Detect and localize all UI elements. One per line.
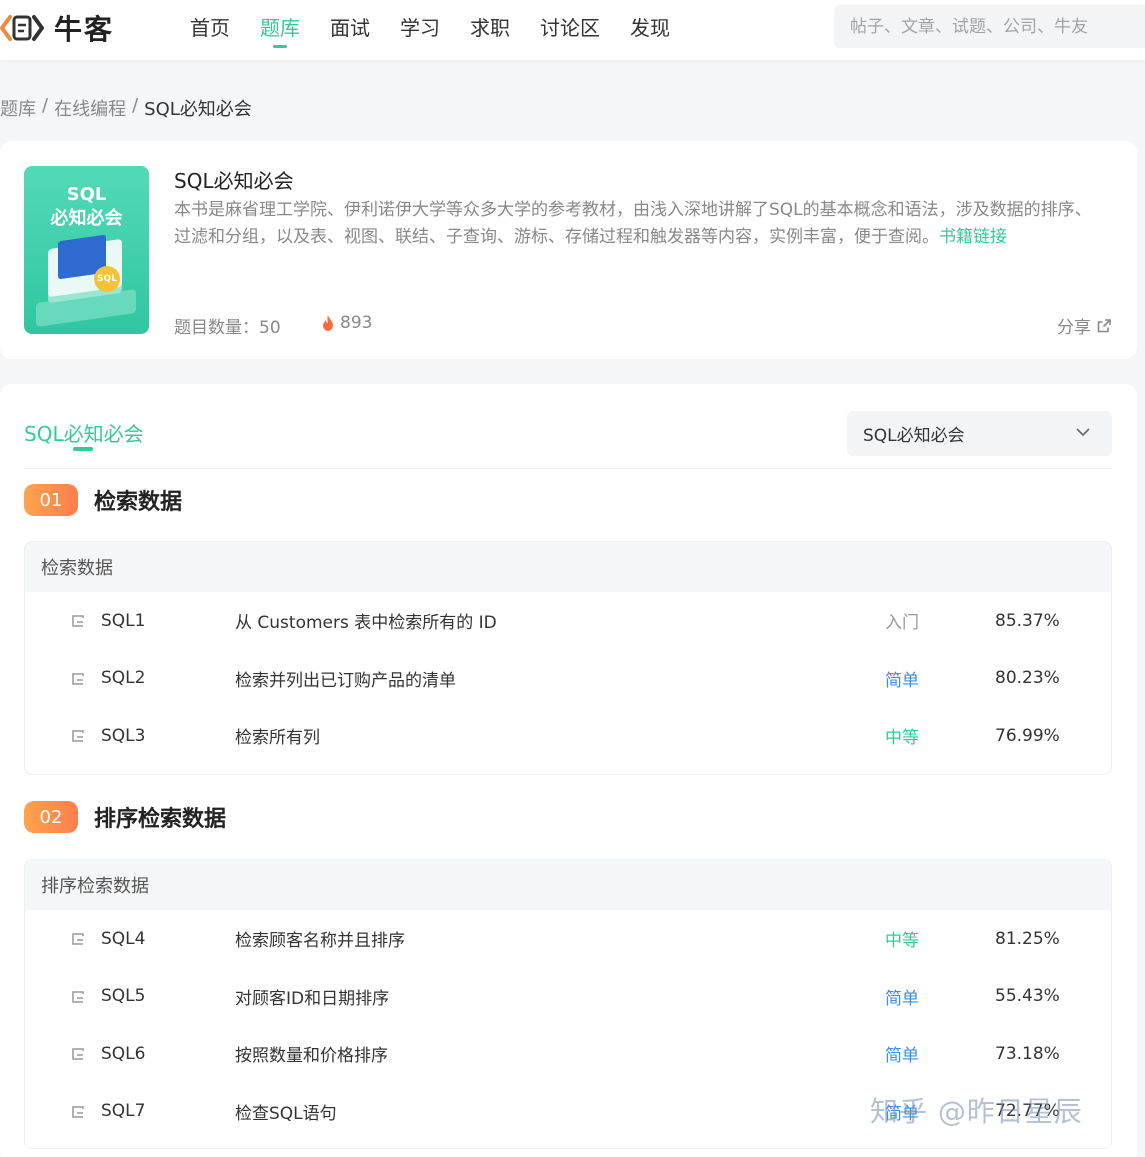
divider <box>24 468 1112 469</box>
problem-row[interactable]: SQL3 检索所有列 中等 76.99% <box>25 707 1111 765</box>
tab-sql-essentials[interactable]: SQL必知必会 <box>24 418 144 447</box>
cover-title-line1: SQL <box>66 184 107 205</box>
problem-id: SQL6 <box>101 1043 146 1064</box>
problem-icon <box>72 1048 84 1060</box>
share-label: 分享 <box>1057 318 1091 338</box>
problem-row[interactable]: SQL6 按照数量和价格排序 简单 73.18% <box>25 1025 1111 1083</box>
difficulty-label: 简单 <box>885 988 919 1009</box>
nav-question-bank[interactable]: 题库 <box>260 12 300 48</box>
problem-row[interactable]: SQL2 检索并列出已订购产品的清单 简单 80.23% <box>25 650 1111 708</box>
breadcrumb-question-bank[interactable]: 题库 <box>0 95 36 121</box>
chapter-title: 排序检索数据 <box>94 807 227 832</box>
nav-interview[interactable]: 面试 <box>330 12 370 46</box>
breadcrumb-current: SQL必知必会 <box>144 99 252 120</box>
hot-count-value: 893 <box>340 313 373 333</box>
problem-id: SQL2 <box>101 668 146 689</box>
problem-title[interactable]: 从 Customers 表中检索所有的 ID <box>235 608 497 633</box>
nav-home[interactable]: 首页 <box>190 12 230 46</box>
problem-icon <box>72 990 84 1003</box>
difficulty-label: 简单 <box>885 670 919 691</box>
pass-rate: 81.25% <box>995 928 1060 949</box>
problem-id: SQL7 <box>101 1101 146 1122</box>
logo[interactable]: 牛客 <box>0 8 114 48</box>
chevron-down-icon <box>1076 428 1090 437</box>
problem-icon <box>72 615 84 627</box>
problem-icon <box>72 933 84 945</box>
pass-rate: 80.23% <box>995 668 1060 689</box>
book-cover: SQL 必知必会 SQL <box>24 166 149 334</box>
breadcrumb: 题库 / 在线编程 / SQL必知必会 <box>0 95 252 121</box>
difficulty-label: 简单 <box>885 1046 919 1067</box>
logo-icon <box>0 15 44 41</box>
top-navigation-bar: 牛客 首页 题库 面试 学习 求职 讨论区 发现 <box>0 0 1145 60</box>
cover-title-line2: 必知必会 <box>50 208 123 229</box>
nav-discussion[interactable]: 讨论区 <box>540 12 600 46</box>
problem-panel: SQL必知必会 SQL必知必会 01 检索数据 检索数据 SQL1 从 Cust… <box>0 384 1137 1157</box>
problem-row[interactable]: SQL5 对顾客ID和日期排序 简单 55.43% <box>25 968 1111 1026</box>
book-title: SQL必知必会 <box>174 169 294 193</box>
share-icon <box>1097 318 1111 332</box>
problem-icon <box>72 672 84 685</box>
problem-id: SQL3 <box>101 725 146 746</box>
breadcrumb-online-coding[interactable]: 在线编程 <box>54 95 126 121</box>
chapter-select-value: SQL必知必会 <box>863 426 965 446</box>
question-count: 题目数量：50 <box>174 318 281 338</box>
problem-title[interactable]: 对顾客ID和日期排序 <box>235 984 389 1009</box>
problem-id: SQL5 <box>101 986 146 1007</box>
book-link[interactable]: 书籍链接 <box>939 227 1007 247</box>
problem-icon <box>72 1105 84 1118</box>
pass-rate: 85.37% <box>995 610 1060 631</box>
tab-active-indicator <box>73 447 93 451</box>
nav-discover[interactable]: 发现 <box>630 12 670 46</box>
problem-icon <box>72 730 84 742</box>
section-header: 排序检索数据 <box>25 860 1111 910</box>
problem-row[interactable]: SQL1 从 Customers 表中检索所有的 ID 入门 85.37% <box>25 592 1111 650</box>
book-card: SQL 必知必会 SQL SQL必知必会 本书是麻省理工学院、伊利诺伊大学等众多… <box>0 141 1137 359</box>
problem-title[interactable]: 检索顾客名称并且排序 <box>235 926 405 951</box>
problem-title[interactable]: 检索并列出已订购产品的清单 <box>235 666 456 691</box>
chapter-select[interactable]: SQL必知必会 <box>847 411 1112 456</box>
breadcrumb-separator: / <box>42 95 49 116</box>
pass-rate: 76.99% <box>995 725 1060 746</box>
nav-learn[interactable]: 学习 <box>400 12 440 46</box>
watermark: 知乎 @昨日星辰 <box>870 1095 1083 1128</box>
search-input[interactable] <box>834 5 1145 48</box>
chapter-title: 检索数据 <box>94 490 183 515</box>
logo-text: 牛客 <box>54 13 115 46</box>
pass-rate: 55.43% <box>995 986 1060 1007</box>
problem-title[interactable]: 检查SQL语句 <box>235 1099 337 1124</box>
flame-icon <box>323 315 333 331</box>
chapter-header: 02 排序检索数据 <box>24 801 226 833</box>
difficulty-label: 入门 <box>885 613 919 634</box>
problem-row[interactable]: SQL4 检索顾客名称并且排序 中等 81.25% <box>25 910 1111 968</box>
chapter-number-badge: 01 <box>24 484 78 516</box>
cover-sql-badge: SQL <box>94 266 120 292</box>
problem-id: SQL1 <box>101 610 146 631</box>
breadcrumb-separator: / <box>132 95 139 116</box>
problem-title[interactable]: 检索所有列 <box>235 723 320 748</box>
nav-jobs[interactable]: 求职 <box>470 12 510 46</box>
chapter-number-badge: 02 <box>24 801 78 833</box>
book-description: 本书是麻省理工学院、伊利诺伊大学等众多大学的参考教材，由浅入深地讲解了SQL的基… <box>174 197 1104 251</box>
problem-id: SQL4 <box>101 928 146 949</box>
hot-count: 893 <box>322 313 372 333</box>
section-header: 检索数据 <box>25 542 1111 592</box>
share-button[interactable]: 分享 <box>1057 313 1111 338</box>
problem-title[interactable]: 按照数量和价格排序 <box>235 1041 388 1066</box>
chapter-section: 检索数据 SQL1 从 Customers 表中检索所有的 ID 入门 85.3… <box>24 541 1112 775</box>
difficulty-label: 中等 <box>885 931 919 952</box>
main-nav: 首页 题库 面试 学习 求职 讨论区 发现 <box>190 12 670 48</box>
difficulty-label: 中等 <box>885 728 919 749</box>
pass-rate: 73.18% <box>995 1043 1060 1064</box>
chapter-header: 01 检索数据 <box>24 484 182 516</box>
